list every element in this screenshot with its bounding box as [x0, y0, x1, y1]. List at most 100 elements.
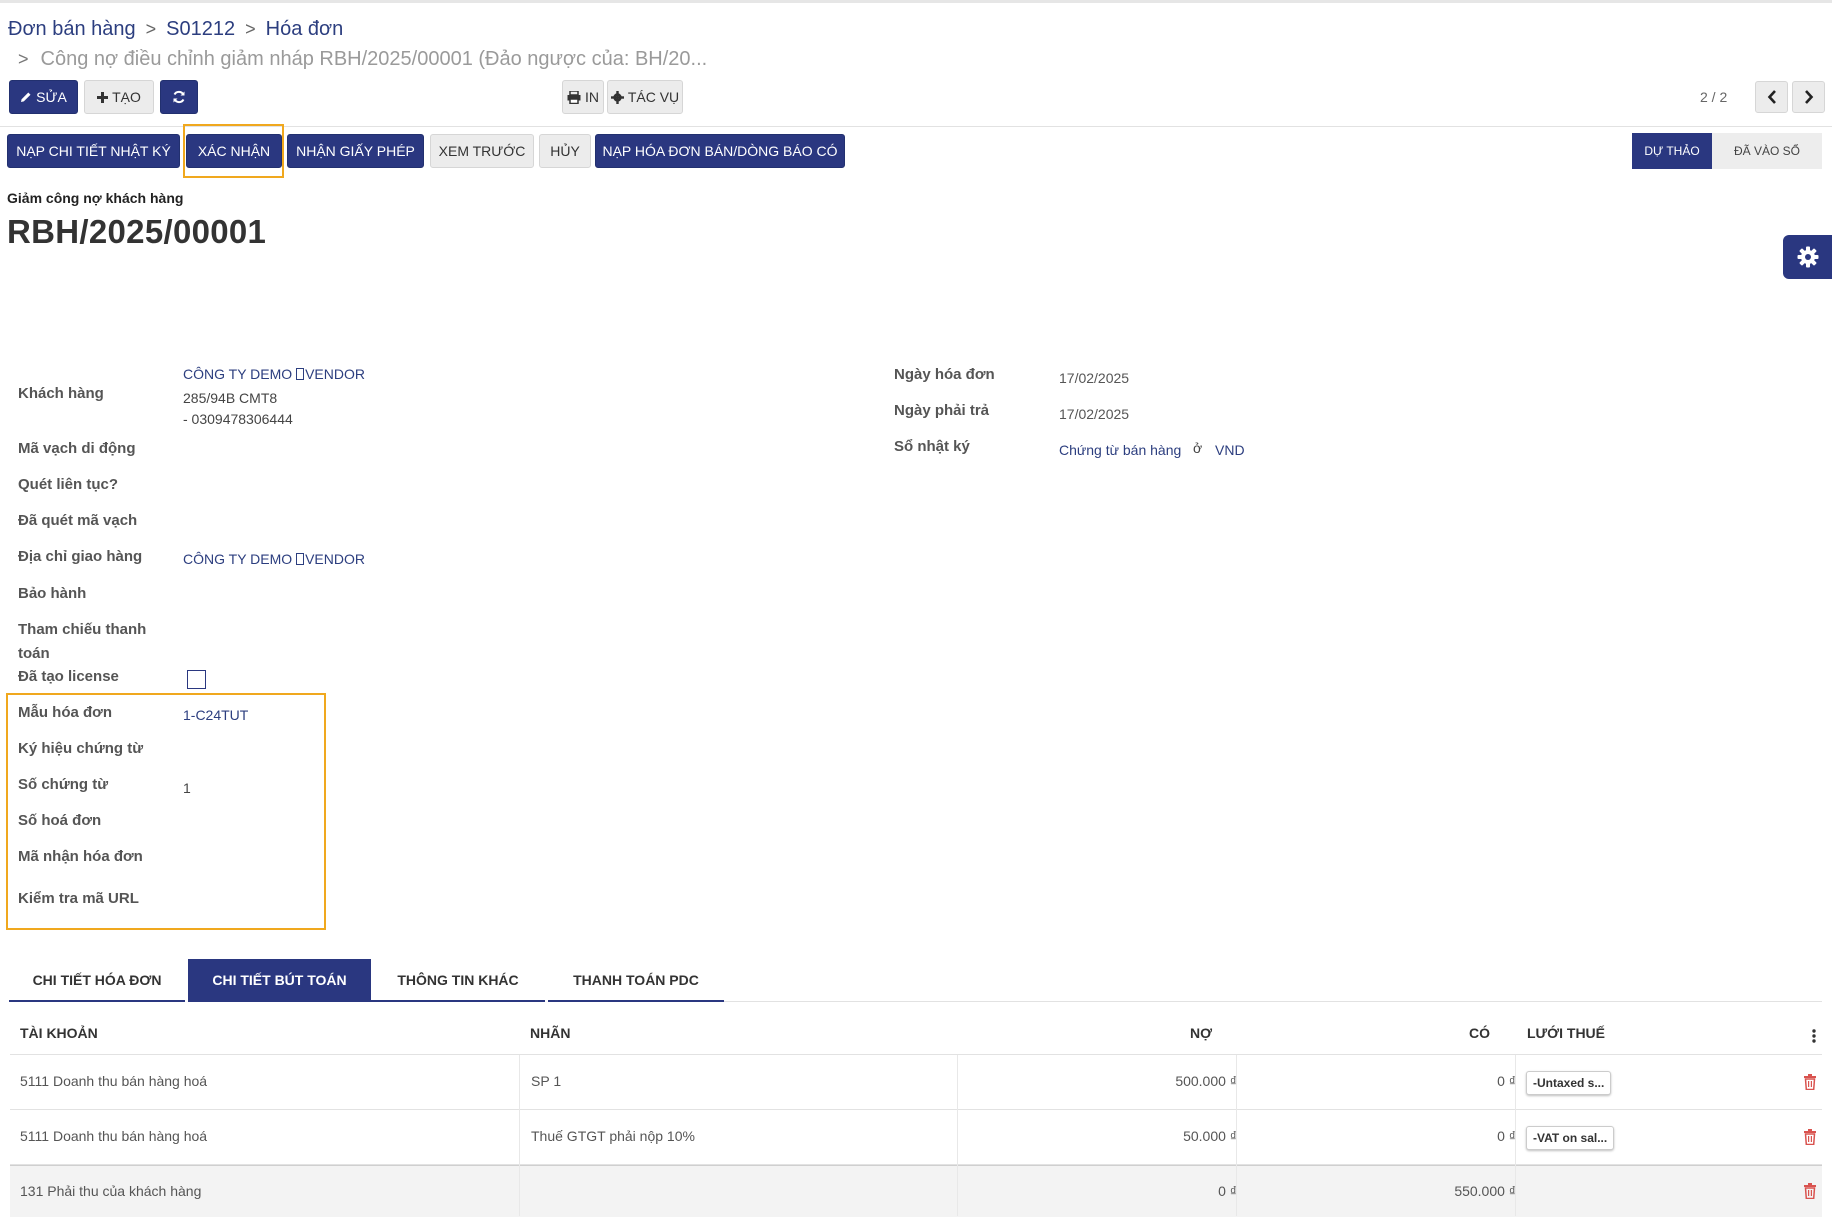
get-license-button[interactable]: NHẬN GIẤY PHÉP: [287, 134, 424, 168]
column-options-icon[interactable]: [1812, 1029, 1816, 1048]
confirm-highlight: [183, 124, 284, 178]
status-draft[interactable]: DỰ THẢO: [1632, 133, 1724, 169]
tax-grid-tag[interactable]: -VAT on sal...: [1526, 1126, 1615, 1150]
create-button-label: TẠO: [112, 89, 141, 105]
trash-icon[interactable]: [1803, 1183, 1817, 1199]
gear-icon: [610, 90, 624, 104]
row-debit: 0 ₫: [1218, 1183, 1237, 1199]
breadcrumb-current: > Công nợ điều chỉnh giảm nháp RBH/2025/0…: [18, 48, 707, 71]
row-label: Thuế GTGT phải nộp 10%: [531, 1128, 695, 1144]
chevron-right-icon: >: [145, 19, 157, 39]
column-separator: [957, 1055, 958, 1216]
column-separator: [1236, 1055, 1237, 1216]
tabs-divider: [724, 1001, 1822, 1002]
invoice-date-value: 17/02/2025: [1059, 370, 1130, 386]
row-debit: 500.000 ₫: [1175, 1073, 1237, 1089]
tab-invoice-lines[interactable]: CHI TIẾT HÓA ĐƠN: [9, 959, 185, 1002]
breadcrumb-sales-orders[interactable]: Đơn bán hàng: [8, 18, 136, 40]
chevron-right-icon: >: [245, 19, 256, 39]
column-tax-grid[interactable]: LƯỚI THUẾ: [1527, 1025, 1605, 1041]
invoice-lookup-code-label: Mã nhận hóa đơn: [18, 848, 143, 865]
pager-value: 2 / 2: [1700, 89, 1728, 105]
table-row[interactable]: 131 Phải thu của khách hàng 0 ₫ 550.000 …: [10, 1165, 1822, 1217]
tab-other-info[interactable]: THÔNG TIN KHÁC: [371, 959, 545, 1002]
trash-icon[interactable]: [1803, 1129, 1817, 1145]
delivery-address-text: CÔNG TY DEMO: [183, 551, 297, 567]
column-debit[interactable]: NỢ: [1190, 1025, 1212, 1041]
cancel-button[interactable]: HỦY: [539, 134, 591, 168]
breadcrumb-order-number[interactable]: S01212: [166, 18, 235, 40]
create-button[interactable]: TẠO: [84, 80, 154, 114]
journal-label: Sổ nhật ký: [894, 438, 970, 455]
table-row[interactable]: 5111 Doanh thu bán hàng hoá SP 1 500.000…: [10, 1055, 1822, 1110]
customer-name-suffix: VENDOR: [305, 366, 365, 382]
preview-button[interactable]: XEM TRƯỚC: [430, 134, 534, 168]
payment-reference-label-line2: toán: [18, 645, 50, 662]
breadcrumb-invoices[interactable]: Hóa đơn: [266, 18, 344, 40]
refresh-button[interactable]: [160, 80, 198, 114]
edit-button[interactable]: SỬA: [9, 80, 78, 114]
next-record-button[interactable]: [1792, 81, 1825, 113]
chevron-left-icon: [1767, 90, 1776, 104]
row-account: 131 Phải thu của khách hàng: [20, 1183, 202, 1199]
invoice-template-label: Mẫu hóa đơn: [18, 704, 112, 721]
tab-pdc-payment[interactable]: THANH TOÁN PDC: [548, 959, 724, 1002]
print-button[interactable]: IN: [562, 80, 604, 114]
tax-grid-tag[interactable]: -Untaxed s...: [1526, 1071, 1612, 1095]
currency-value[interactable]: VND: [1215, 442, 1245, 458]
chevron-right-icon: [1804, 90, 1813, 104]
column-credit[interactable]: CÓ: [1469, 1025, 1490, 1041]
table-row[interactable]: 5111 Doanh thu bán hàng hoá Thuế GTGT ph…: [10, 1110, 1822, 1165]
due-date-value: 17/02/2025: [1059, 406, 1130, 422]
load-journal-detail-button[interactable]: NẠP CHI TIẾT NHẬT KÝ: [7, 134, 180, 168]
invoice-number-label: Số hoá đơn: [18, 812, 102, 829]
top-border: [0, 0, 1832, 3]
payment-reference-label-line1: Tham chiếu thanh: [18, 621, 147, 638]
trash-icon[interactable]: [1803, 1074, 1817, 1090]
column-account[interactable]: TÀI KHOẢN: [20, 1025, 98, 1041]
due-date-label: Ngày phải trả: [894, 402, 990, 419]
customer-tax-code: - 0309478306444: [183, 411, 293, 427]
previous-record-button[interactable]: [1755, 81, 1788, 113]
row-credit: 0 ₫: [1497, 1128, 1516, 1144]
document-symbol-label: Ký hiệu chứng từ: [18, 740, 144, 757]
column-separator: [519, 1055, 520, 1216]
document-number-value: 1: [183, 780, 191, 796]
breadcrumb-current-label: Công nợ điều chỉnh giảm nháp RBH/2025/00…: [40, 48, 708, 70]
license-created-label: Đã tạo license: [18, 668, 119, 685]
row-debit: 50.000 ₫: [1183, 1128, 1237, 1144]
action-button[interactable]: TÁC VỤ: [607, 80, 683, 114]
continuous-scan-label: Quét liên tục?: [18, 476, 119, 493]
customer-label: Khách hàng: [18, 385, 104, 402]
load-invoice-button[interactable]: NẠP HÓA ĐƠN BÁN/DÒNG BÁO CÓ: [595, 134, 845, 168]
row-credit: 0 ₫: [1497, 1073, 1516, 1089]
missing-glyph-icon: [296, 553, 305, 565]
journal-in-text: ở: [1193, 440, 1203, 456]
row-account: 5111 Doanh thu bán hàng hoá: [20, 1073, 208, 1089]
row-credit: 550.000 ₫: [1454, 1183, 1516, 1199]
delivery-address-value[interactable]: CÔNG TY DEMO VENDOR: [183, 551, 365, 567]
document-number-label: Số chứng từ: [18, 776, 109, 793]
delivery-address-suffix: VENDOR: [305, 551, 365, 567]
invoice-template-value[interactable]: 1-C24TUT: [183, 707, 248, 723]
customer-name-text: CÔNG TY DEMO: [183, 366, 297, 382]
tab-journal-items[interactable]: CHI TIẾT BÚT TOÁN: [188, 959, 371, 1002]
refresh-icon: [173, 90, 185, 104]
plus-icon: [97, 91, 109, 103]
missing-glyph-icon: [296, 368, 305, 380]
printer-icon: [567, 90, 581, 104]
status-posted[interactable]: ĐÃ VÀO SỔ: [1712, 133, 1822, 169]
row-account: 5111 Doanh thu bán hàng hoá: [20, 1128, 208, 1144]
license-created-checkbox[interactable]: [187, 670, 206, 689]
settings-tab[interactable]: [1783, 235, 1832, 279]
pencil-icon: [21, 92, 31, 102]
customer-name[interactable]: CÔNG TY DEMO VENDOR: [183, 366, 365, 382]
edit-button-label: SỬA: [36, 89, 67, 105]
column-label[interactable]: NHÃN: [530, 1025, 570, 1041]
gear-icon: [1797, 246, 1818, 268]
document-title: RBH/2025/00001: [7, 213, 267, 250]
check-url-label: Kiểm tra mã URL: [18, 890, 139, 907]
journal-value[interactable]: Chứng từ bán hàng: [1059, 442, 1181, 458]
invoice-date-label: Ngày hóa đơn: [894, 366, 995, 383]
customer-address: 285/94B CMT8: [183, 390, 278, 406]
